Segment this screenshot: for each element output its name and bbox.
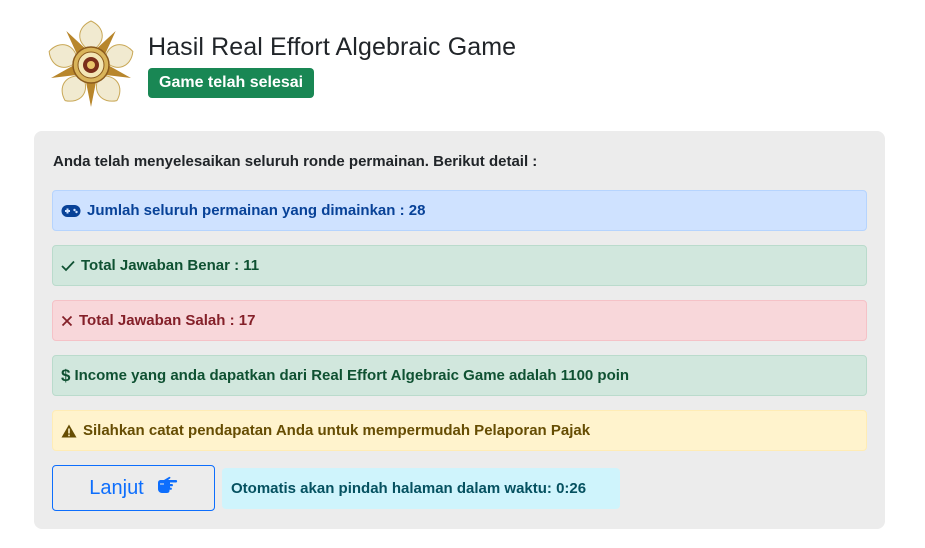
tax-warning-text: Silahkan catat pendapatan Anda untuk mem… [83,422,591,439]
check-icon [61,260,75,272]
next-button[interactable]: Lanjut [52,465,215,511]
status-badge: Game telah selesai [148,68,315,98]
x-icon [61,315,73,327]
gamepad-icon [61,204,81,218]
tax-warning-alert: Silahkan catat pendapatan Anda untuk mem… [52,410,867,451]
wrong-answers-text: Total Jawaban Salah : 17 [79,312,256,329]
page-title: Hasil Real Effort Algebraic Game [148,33,517,61]
correct-answers-alert: Total Jawaban Benar : 11 [52,245,867,286]
dollar-icon: $ [61,365,71,385]
intro-text: Anda telah menyelesaikan seluruh ronde p… [53,153,538,170]
auto-redirect-timer: Otomatis akan pindah halaman dalam waktu… [222,468,620,509]
income-alert: $ Income yang anda dapatkan dari Real Ef… [52,355,867,396]
result-card: Anda telah menyelesaikan seluruh ronde p… [34,131,885,529]
warning-icon [61,424,77,438]
university-emblem-icon [48,20,134,107]
next-button-label: Lanjut [89,476,144,499]
games-played-alert: Jumlah seluruh permainan yang dimainkan … [52,190,867,231]
correct-answers-text: Total Jawaban Benar : 11 [81,257,260,274]
page-header: Hasil Real Effort Algebraic Game Game te… [46,18,516,112]
games-played-text: Jumlah seluruh permainan yang dimainkan … [87,202,426,219]
hand-point-right-icon [156,476,178,500]
wrong-answers-alert: Total Jawaban Salah : 17 [52,300,867,341]
income-text: Income yang anda dapatkan dari Real Effo… [74,367,630,384]
